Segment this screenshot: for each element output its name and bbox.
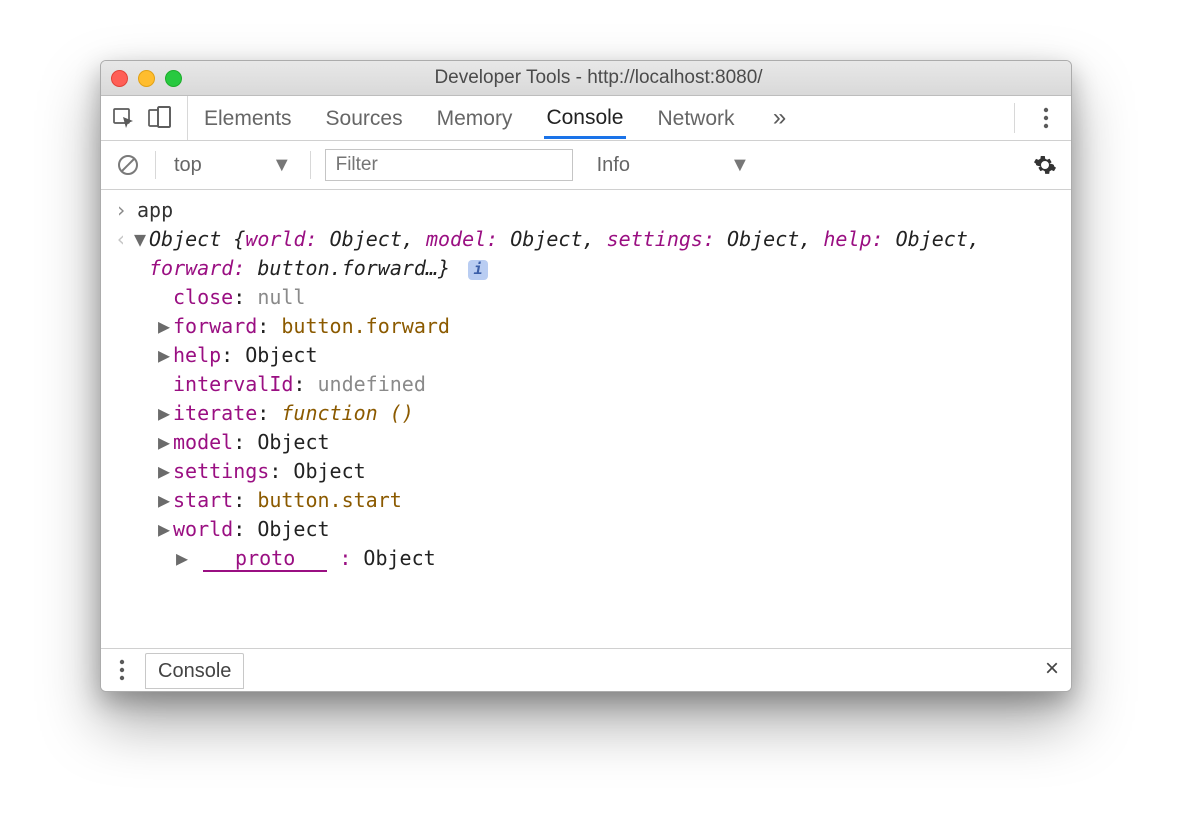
- object-property-row[interactable]: ▶model: Object: [111, 428, 1061, 457]
- prompt-icon: ›: [111, 196, 131, 225]
- tab-memory[interactable]: Memory: [435, 99, 515, 137]
- log-level-selector[interactable]: Info ▼: [597, 154, 750, 177]
- devtools-tabbar: Elements Sources Memory Console Network …: [101, 96, 1071, 141]
- disclosure-triangle-icon[interactable]: ▶: [155, 515, 173, 544]
- console-output: › app ‹ ▼ Object {world: Object, model: …: [101, 190, 1071, 648]
- drawer: Console ×: [101, 648, 1071, 691]
- info-icon[interactable]: i: [468, 260, 488, 280]
- drawer-menu-icon[interactable]: [113, 655, 131, 685]
- proto-row[interactable]: ▶ proto : Object: [111, 544, 1061, 573]
- object-property-row[interactable]: intervalId: undefined: [111, 370, 1061, 399]
- close-window-button[interactable]: [111, 70, 128, 87]
- disclosure-triangle-icon: [155, 283, 173, 312]
- drawer-close-icon[interactable]: ×: [1045, 655, 1059, 683]
- disclosure-triangle-icon[interactable]: ▶: [155, 312, 173, 341]
- chevron-down-icon: ▼: [272, 154, 292, 177]
- console-input-text: app: [137, 196, 173, 225]
- log-level-label: Info: [597, 154, 630, 177]
- inspect-element-icon[interactable]: [111, 105, 137, 131]
- object-property-row[interactable]: ▶settings: Object: [111, 457, 1061, 486]
- kebab-menu-icon[interactable]: [1014, 103, 1061, 133]
- tab-elements[interactable]: Elements: [202, 99, 294, 137]
- tab-sources[interactable]: Sources: [324, 99, 405, 137]
- object-property-row[interactable]: close: null: [111, 283, 1061, 312]
- disclosure-triangle-icon[interactable]: ▶: [155, 399, 173, 428]
- disclosure-triangle-icon: [155, 370, 173, 399]
- tab-console[interactable]: Console: [544, 98, 625, 139]
- console-input-row: › app: [111, 196, 1061, 225]
- object-summary[interactable]: Object {world: Object, model: Object, se…: [149, 225, 1061, 283]
- device-toolbar-icon[interactable]: [147, 105, 173, 131]
- filter-input[interactable]: [334, 153, 564, 177]
- disclosure-triangle-icon[interactable]: ▶: [155, 341, 173, 370]
- console-toolbar: top ▼ Info ▼: [101, 141, 1071, 190]
- context-selector[interactable]: top ▼: [170, 154, 296, 177]
- console-output-row: ‹ ▼ Object {world: Object, model: Object…: [111, 225, 1061, 283]
- tab-network[interactable]: Network: [656, 99, 737, 137]
- disclosure-triangle-icon[interactable]: ▼: [131, 225, 149, 254]
- disclosure-triangle-icon[interactable]: ▶: [173, 544, 191, 573]
- devtools-window: Developer Tools - http://localhost:8080/…: [100, 60, 1072, 692]
- result-icon: ‹: [111, 225, 131, 254]
- clear-console-icon[interactable]: [115, 152, 141, 178]
- object-properties: close: null▶forward: button.forward▶help…: [111, 283, 1061, 544]
- object-property-row[interactable]: ▶start: button.start: [111, 486, 1061, 515]
- disclosure-triangle-icon[interactable]: ▶: [155, 486, 173, 515]
- window-titlebar: Developer Tools - http://localhost:8080/: [101, 61, 1071, 96]
- drawer-tab-console[interactable]: Console: [145, 653, 244, 689]
- object-property-row[interactable]: ▶world: Object: [111, 515, 1061, 544]
- object-property-row[interactable]: ▶iterate: function (): [111, 399, 1061, 428]
- context-label: top: [174, 154, 202, 177]
- filter-input-wrapper[interactable]: [325, 149, 573, 181]
- window-title: Developer Tools - http://localhost:8080/: [136, 67, 1061, 89]
- chevron-down-icon: ▼: [730, 154, 750, 177]
- object-property-row[interactable]: ▶forward: button.forward: [111, 312, 1061, 341]
- more-tabs-icon[interactable]: »: [767, 105, 793, 131]
- disclosure-triangle-icon[interactable]: ▶: [155, 428, 173, 457]
- settings-gear-icon[interactable]: [1033, 153, 1057, 177]
- disclosure-triangle-icon[interactable]: ▶: [155, 457, 173, 486]
- object-property-row[interactable]: ▶help: Object: [111, 341, 1061, 370]
